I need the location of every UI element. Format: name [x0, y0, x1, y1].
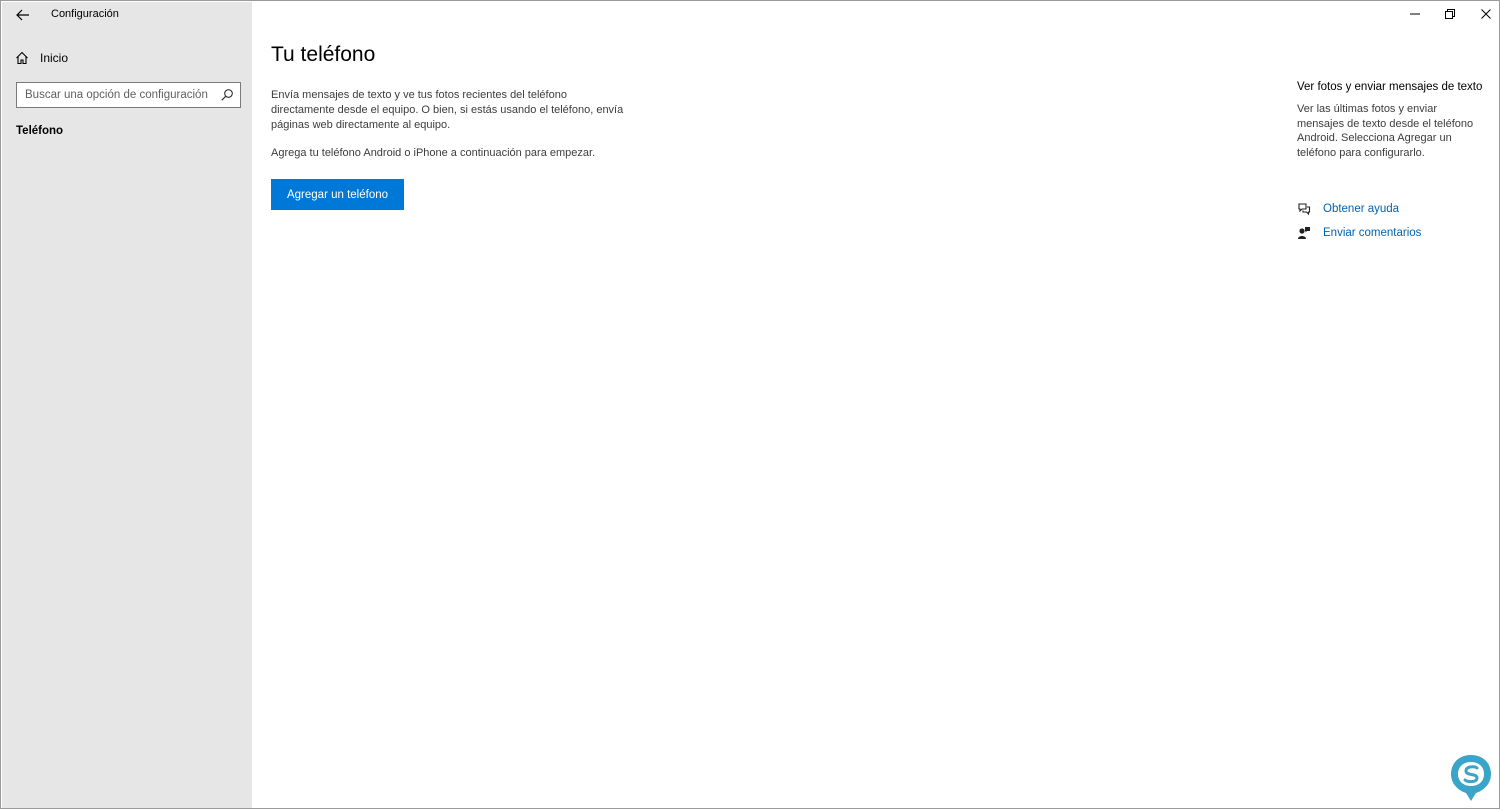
sidebar-item-home[interactable]: Inicio	[14, 48, 68, 68]
page-title: Tu teléfono	[271, 43, 376, 66]
add-phone-button[interactable]: Agregar un teléfono	[271, 179, 404, 210]
page-instruction: Agrega tu teléfono Android o iPhone a co…	[271, 147, 596, 159]
search-input[interactable]	[17, 89, 212, 101]
send-feedback-link[interactable]: Enviar comentarios	[1297, 225, 1421, 241]
feedback-icon	[1297, 226, 1311, 240]
send-feedback-label: Enviar comentarios	[1323, 227, 1422, 239]
minimize-icon	[1410, 13, 1420, 15]
back-arrow-icon	[16, 9, 29, 21]
get-help-label: Obtener ayuda	[1323, 203, 1400, 215]
help-chat-icon	[1297, 202, 1311, 216]
close-icon	[1481, 9, 1491, 19]
minimize-button[interactable]	[1397, 3, 1433, 25]
page-description: Envía mensajes de texto y ve tus fotos r…	[271, 89, 624, 131]
restore-button[interactable]	[1432, 3, 1468, 25]
home-icon	[14, 50, 30, 66]
get-help-link[interactable]: Obtener ayuda	[1297, 201, 1399, 217]
restore-icon	[1445, 9, 1455, 19]
rail-description: Ver las últimas fotos y enviar mensajes …	[1297, 103, 1474, 159]
rail-title: Ver fotos y enviar mensajes de texto	[1297, 81, 1483, 93]
sidebar-item-phone[interactable]: Teléfono	[16, 125, 63, 137]
close-button[interactable]	[1468, 3, 1500, 25]
sidebar: Configuración Inicio Teléfono	[2, 2, 252, 808]
settings-window: Configuración Inicio Teléfono	[0, 0, 1500, 809]
back-button[interactable]	[10, 5, 36, 25]
search-box	[16, 82, 241, 108]
search-icon[interactable]	[220, 88, 234, 102]
app-title: Configuración	[51, 8, 119, 20]
watermark-logo	[1451, 755, 1491, 801]
sidebar-item-home-label: Inicio	[40, 51, 69, 65]
